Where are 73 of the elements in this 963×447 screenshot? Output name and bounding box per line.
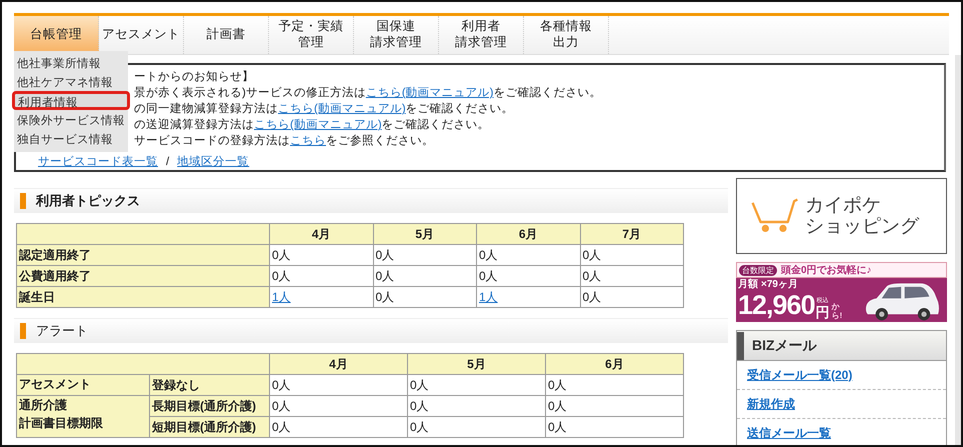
table-cell: 0人 xyxy=(270,374,408,396)
row-label: 短期目標(通所介護) xyxy=(150,416,270,438)
count-link[interactable]: 1人 xyxy=(272,290,291,304)
table-cell: 0人 xyxy=(580,286,684,308)
row-label: 長期目標(通所介護) xyxy=(150,396,270,416)
notice-text: の同一建物減算登録方法は こちら(動画マニュアル)をご確認ください。 xyxy=(134,101,515,117)
ad-text: 円 xyxy=(816,305,830,320)
list-link[interactable]: 地域区分一覧 xyxy=(177,155,250,169)
table-cell: 0人 xyxy=(373,266,476,286)
separator-text: / xyxy=(166,155,170,169)
ad-headline: 頭金0円でお気軽に♪ xyxy=(781,264,872,277)
panel-title: BIZメール xyxy=(752,336,817,354)
section-title: アラート xyxy=(36,322,88,340)
notice-text: の送迎減算登録方法は こちら(動画マニュアル)をご確認ください。 xyxy=(134,117,491,133)
ad-text: 月額 xyxy=(738,279,758,290)
row-label: 登録なし xyxy=(150,374,270,396)
marker-icon xyxy=(737,332,744,360)
table-cell: 0人 xyxy=(408,374,546,396)
notice-text: サービスコードの登録方法は こちら をご参照ください。 xyxy=(134,133,435,149)
table-cell: 0人 xyxy=(373,244,476,266)
menu-item[interactable]: 独自サービス情報 xyxy=(12,129,130,148)
table-cell: 0人 xyxy=(580,266,684,286)
table-cell: 0人 xyxy=(270,396,408,416)
table-cell: 0人 xyxy=(408,416,546,438)
manual-link[interactable]: こちら xyxy=(290,135,326,147)
shopping-banner[interactable]: カイポケ ショッピング xyxy=(736,178,947,254)
shop-logo-text: カイポケ ショッピング xyxy=(805,195,919,237)
table-cell: 0人 xyxy=(580,244,684,266)
ad-text: ×79ヶ月 xyxy=(761,279,798,290)
ad-text: から! xyxy=(832,302,840,320)
table-cell: 0人 xyxy=(270,266,373,286)
cart-icon xyxy=(751,197,799,235)
row-label: 公費適用終了 xyxy=(16,266,270,286)
table-cell: 0人 xyxy=(476,266,580,286)
ad-price: 12,960 xyxy=(738,290,815,320)
notice-text: 景が赤く表示される)サービスの修正方法は こちら(動画マニュアル)をご確認ください。 xyxy=(134,85,603,101)
menu-item[interactable]: 保険外サービス情報 xyxy=(12,110,130,129)
marker-icon xyxy=(20,323,26,339)
menu-item[interactable]: 他社ケアマネ情報 xyxy=(12,72,130,91)
menu-item[interactable]: 利用者情報 xyxy=(12,91,130,110)
column-header: 5月 xyxy=(373,224,476,244)
nav-tab[interactable]: 台帳管理 xyxy=(14,16,99,54)
notice-text: ートからのお知らせ】 xyxy=(134,70,255,85)
row-label: 認定適用終了 xyxy=(16,244,270,266)
manual-link[interactable]: こちら(動画マニュアル) xyxy=(278,103,406,115)
table-cell: 0人 xyxy=(408,396,546,416)
table-cell: 0人 xyxy=(546,396,684,416)
manual-link[interactable]: こちら(動画マニュアル) xyxy=(254,119,382,131)
column-header: 6月 xyxy=(546,354,684,374)
menu-item[interactable]: 他社事業所情報 xyxy=(12,53,130,72)
table-cell: 0人 xyxy=(476,244,580,266)
mail-link[interactable]: 受信メール一覧(20) xyxy=(747,366,852,384)
table-cell: 0人 xyxy=(373,286,476,308)
column-header: 4月 xyxy=(270,224,373,244)
group-label: アセスメント xyxy=(16,374,150,396)
manual-link[interactable]: こちら(動画マニュアル) xyxy=(366,87,494,99)
table-cell: 0人 xyxy=(546,416,684,438)
ad-badge: 台数限定 xyxy=(739,264,777,276)
section-title: 利用者トピックス xyxy=(36,192,140,210)
group-label: 通所介護 計画書目標期限 xyxy=(16,396,150,438)
marker-icon xyxy=(20,193,26,209)
table-cell: 0人 xyxy=(270,416,408,438)
mail-link[interactable]: 新規作成 xyxy=(747,396,795,412)
row-label: 誕生日 xyxy=(16,286,270,308)
column-header: 5月 xyxy=(408,354,546,374)
count-link[interactable]: 1人 xyxy=(479,290,498,304)
column-header: 6月 xyxy=(476,224,580,244)
table-cell: 0人 xyxy=(270,244,373,266)
table-cell: 0人 xyxy=(546,374,684,396)
column-header: 4月 xyxy=(270,354,408,374)
mail-link[interactable]: 送信メール一覧 xyxy=(747,424,831,442)
column-header: 7月 xyxy=(580,224,684,244)
list-link[interactable]: サービスコード表一覧 xyxy=(38,155,158,169)
